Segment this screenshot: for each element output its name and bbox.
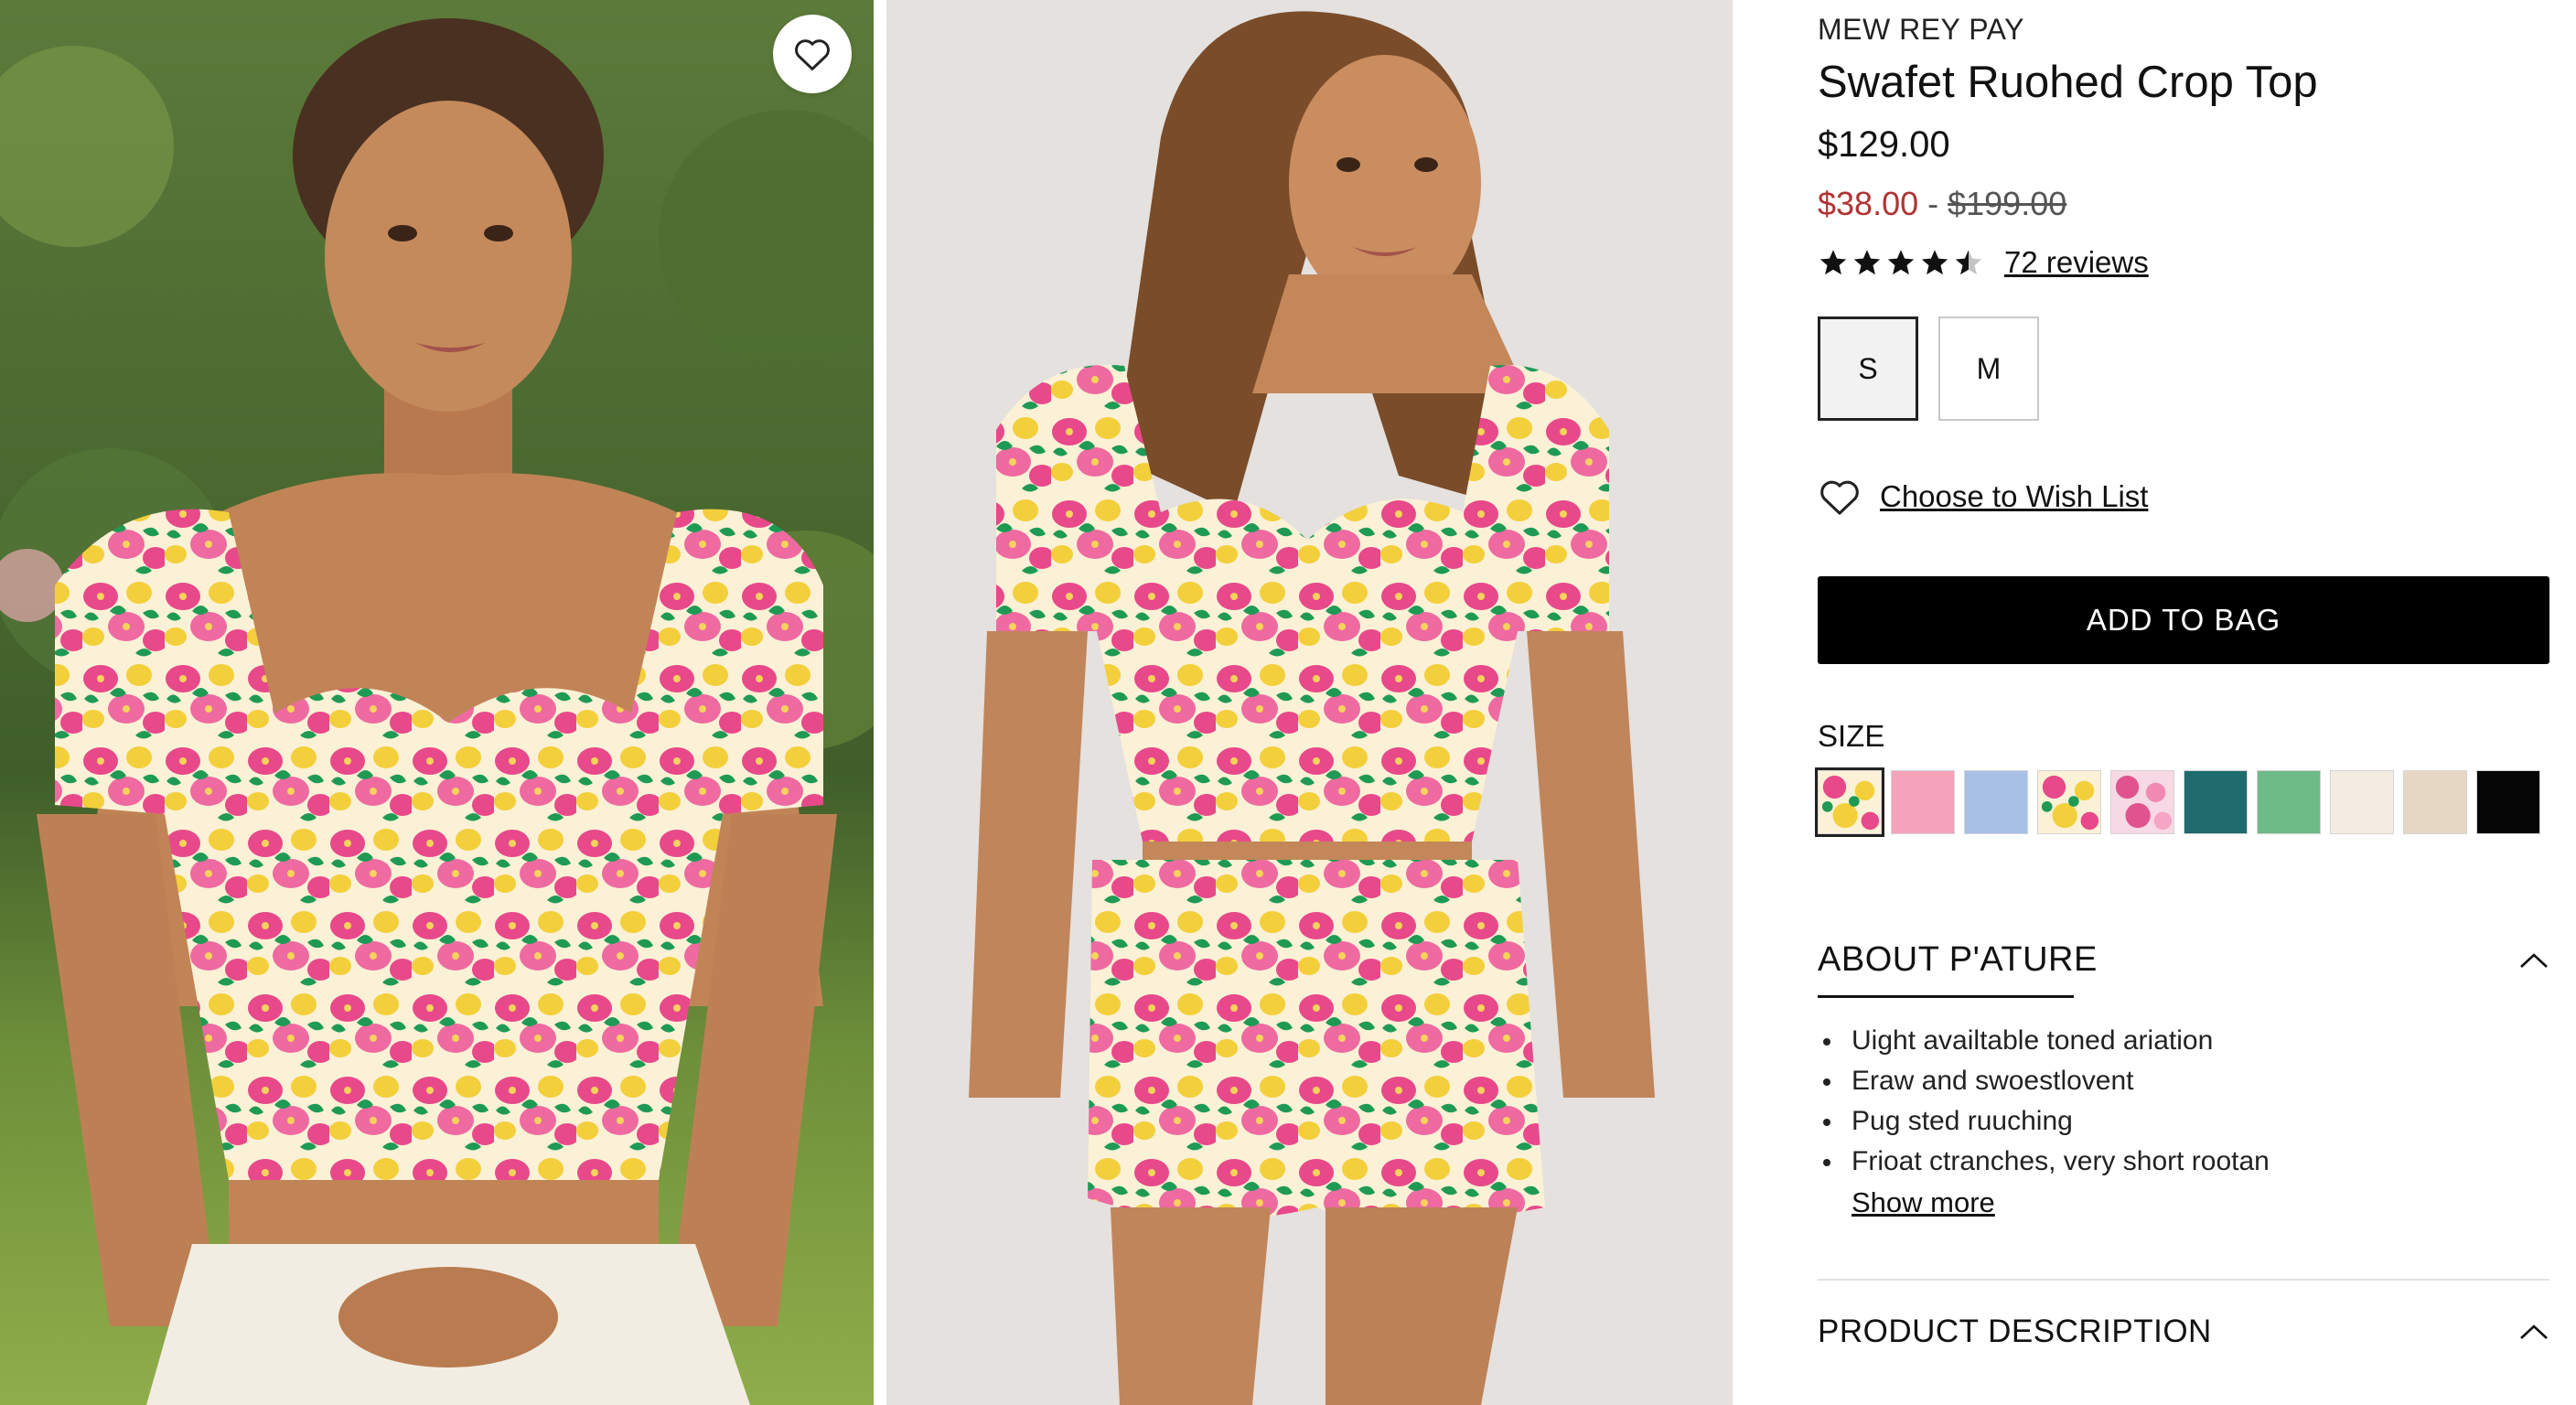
product-title: Swafet Ruohed Crop Top (1818, 58, 2318, 107)
swatch-section-label: SIZE (1818, 719, 1885, 753)
price-separator: - (1927, 185, 1939, 222)
wishlist-label: Choose to Wish List (1880, 479, 2149, 513)
swatch-teal[interactable] (2184, 770, 2248, 834)
gallery-divider (874, 0, 886, 1405)
product-image-1[interactable] (0, 0, 874, 1405)
feature-item: Eraw and swoestlovent (1818, 1061, 2270, 1101)
add-to-wishlist-link[interactable]: Choose to Wish List (1818, 477, 2148, 516)
floral-pattern-icon (2038, 771, 2100, 833)
size-selector: SM (1818, 316, 2039, 421)
add-to-bag-button[interactable]: ADD TO BAG (1818, 576, 2549, 664)
chevron-up-icon (2520, 1325, 2548, 1339)
swatch-pink[interactable] (1891, 770, 1955, 834)
star-filled-icon (1819, 250, 1847, 275)
show-more-link[interactable]: Show more (1852, 1186, 1995, 1219)
about-feature-accordion-header[interactable]: ABOUT P'ATURE (1818, 940, 2549, 980)
size-option-m[interactable]: M (1938, 316, 2039, 421)
floral-pattern-icon (1819, 771, 1881, 833)
swatch-light-blue[interactable] (1964, 770, 2028, 834)
heart-icon (1820, 480, 1859, 515)
feature-item: Frioat ctranches, very short rootan (1818, 1142, 2270, 1182)
star-filled-icon (1921, 250, 1948, 275)
swatch-cream[interactable] (2330, 770, 2394, 834)
swatch-pink-floral[interactable] (2110, 770, 2174, 834)
color-swatch-list (1815, 767, 2540, 837)
chevron-up-icon (2520, 952, 2548, 968)
feature-item: Uight availtable toned ariation (1818, 1021, 2270, 1061)
brand-name: MEW REY PAY (1818, 13, 2024, 46)
swatch-floral-multicolor[interactable] (1815, 767, 1884, 837)
size-option-s[interactable]: S (1818, 316, 1918, 421)
star-rating (1818, 247, 1984, 278)
swatch-black[interactable] (2476, 770, 2540, 834)
feature-list: Uight availtable toned ariation Eraw and … (1818, 1021, 2270, 1182)
star-filled-icon (1853, 250, 1881, 275)
heart-icon (795, 39, 830, 70)
product-image-2[interactable] (886, 0, 1733, 1405)
reviews-link[interactable]: 72 reviews (2004, 245, 2149, 280)
sale-price-row: $38.00- $199.00 (1818, 185, 2066, 223)
product-details-panel: MEW REY PAY Swafet Ruohed Crop Top $129.… (1815, 0, 2549, 1405)
floral-pattern-icon (2111, 771, 2174, 833)
sale-price: $38.00 (1818, 185, 1919, 222)
product-price: $129.00 (1818, 124, 1950, 165)
swatch-green[interactable] (2257, 770, 2321, 834)
swatch-yellow-floral[interactable] (2037, 770, 2101, 834)
about-feature-title: ABOUT P'ATURE (1818, 940, 2098, 979)
accordion-active-underline (1818, 995, 2074, 998)
swatch-beige-satin[interactable] (2403, 770, 2467, 834)
product-description-title: PRODUCT DESCRIPTION (1818, 1314, 2212, 1349)
original-price: $199.00 (1948, 185, 2067, 222)
product-description-accordion-header[interactable]: PRODUCT DESCRIPTION (1818, 1314, 2549, 1350)
wishlist-toggle-button[interactable] (773, 15, 852, 93)
star-half-icon (1955, 250, 1982, 275)
accordion-divider (1818, 1279, 2549, 1281)
star-filled-icon (1887, 250, 1915, 275)
feature-item: Pug sted ruuching (1818, 1101, 2270, 1142)
rating-row: 72 reviews (1818, 245, 2149, 280)
